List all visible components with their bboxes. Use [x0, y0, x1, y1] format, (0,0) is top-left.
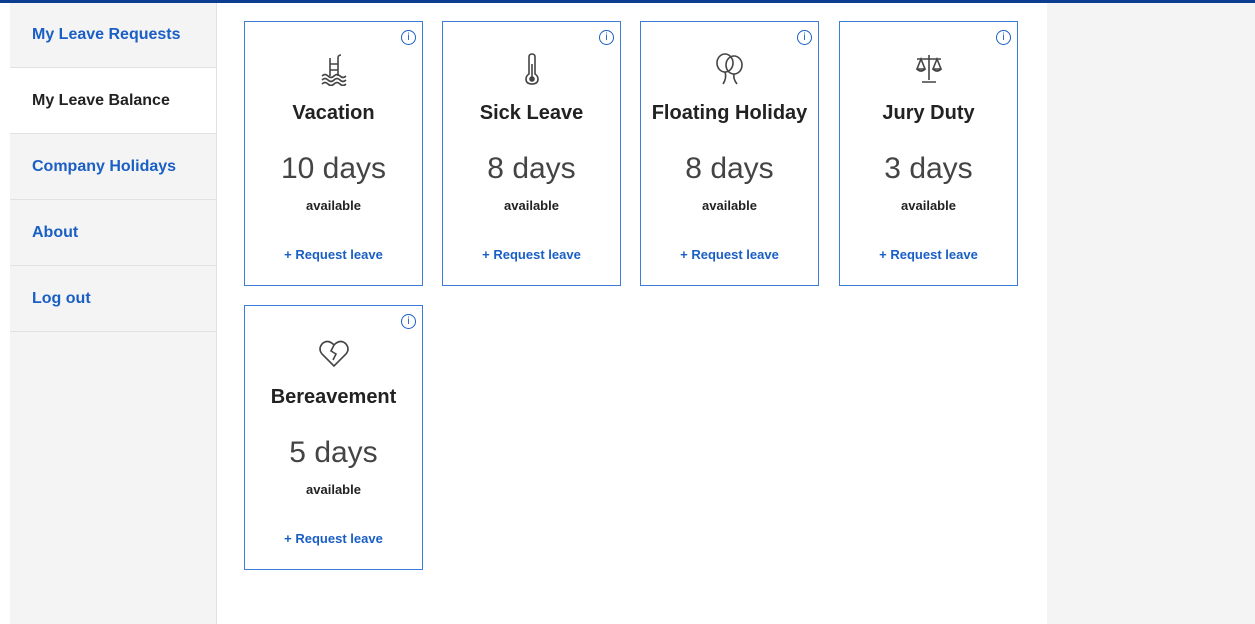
info-icon[interactable]: i	[401, 30, 416, 45]
card-days: 3 days	[884, 152, 973, 185]
card-available-label: available	[504, 198, 559, 213]
card-title: Vacation	[292, 102, 375, 124]
card-days: 10 days	[280, 152, 387, 185]
card-available-label: available	[702, 198, 757, 213]
leave-card-floating-holiday: i Floating Holiday 8 days available + Re…	[640, 21, 819, 286]
card-available-label: available	[901, 198, 956, 213]
info-icon[interactable]: i	[401, 314, 416, 329]
sidebar-item-log-out[interactable]: Log out	[10, 266, 216, 332]
info-icon[interactable]: i	[599, 30, 614, 45]
info-icon[interactable]: i	[996, 30, 1011, 45]
request-leave-link[interactable]: + Request leave	[245, 531, 422, 546]
sidebar-item-about[interactable]: About	[10, 200, 216, 266]
request-leave-link[interactable]: + Request leave	[641, 247, 818, 262]
card-title: Sick Leave	[479, 102, 584, 124]
pool-icon	[245, 52, 422, 86]
card-title: Jury Duty	[882, 102, 975, 124]
card-days: 8 days	[487, 152, 576, 185]
sidebar-item-my-leave-balance[interactable]: My Leave Balance	[10, 68, 216, 134]
card-available-label: available	[306, 198, 361, 213]
card-title: Bereavement	[270, 386, 397, 408]
thermometer-icon	[443, 52, 620, 86]
scales-icon	[840, 52, 1017, 86]
request-leave-link[interactable]: + Request leave	[443, 247, 620, 262]
balloons-icon	[641, 52, 818, 86]
info-icon[interactable]: i	[797, 30, 812, 45]
card-days: 5 days	[289, 436, 378, 469]
leave-card-jury-duty: i Jury Duty 3 days available + Request l…	[839, 21, 1018, 286]
sidebar-item-my-leave-requests[interactable]: My Leave Requests	[10, 3, 216, 68]
request-leave-link[interactable]: + Request leave	[840, 247, 1017, 262]
sidebar: My Leave Requests My Leave Balance Compa…	[10, 3, 217, 624]
leave-card-vacation: i Vacation 10 days available + Request l…	[244, 21, 423, 286]
card-available-label: available	[306, 482, 361, 497]
broken-heart-icon	[245, 336, 422, 370]
leave-card-bereavement: i Bereavement 5 days available + Request…	[244, 305, 423, 570]
leave-balance-panel: i Vacation 10 days available + Request l…	[217, 3, 1047, 624]
request-leave-link[interactable]: + Request leave	[245, 247, 422, 262]
sidebar-item-company-holidays[interactable]: Company Holidays	[10, 134, 216, 200]
card-title: Floating Holiday	[651, 102, 808, 124]
card-days: 8 days	[685, 152, 774, 185]
right-gutter	[1047, 3, 1255, 624]
leave-card-sick-leave: i Sick Leave 8 days available + Request …	[442, 21, 621, 286]
